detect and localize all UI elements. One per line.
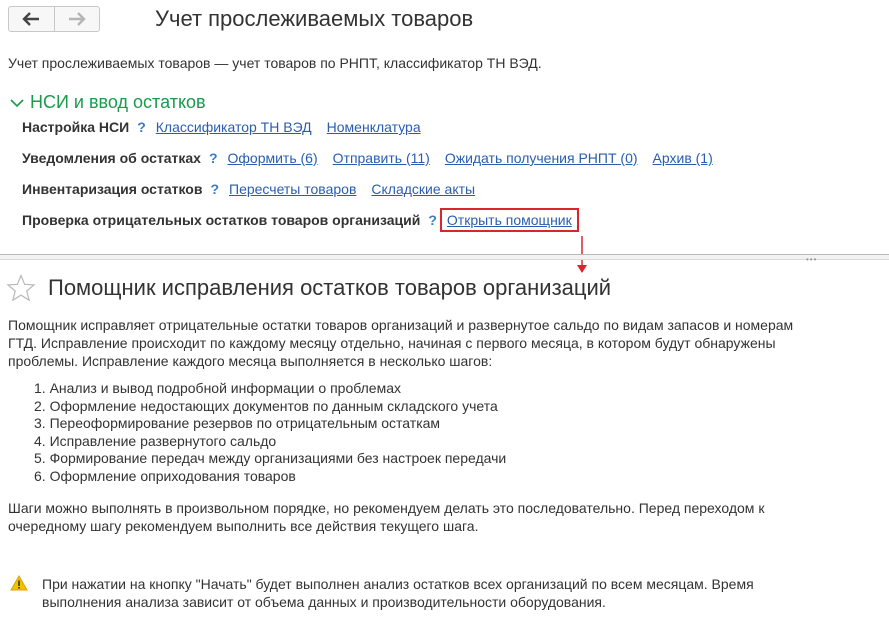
link-send[interactable]: Отправить (11) <box>333 150 430 166</box>
link-open-assistant[interactable]: Открыть помощник <box>447 212 572 228</box>
link-await-rnpt[interactable]: Ожидать получения РНПТ (0) <box>445 150 638 166</box>
help-icon[interactable]: ? <box>209 150 218 166</box>
row-label: Настройка НСИ <box>22 119 130 135</box>
steps-list: 1. Анализ и вывод подробной информации о… <box>34 380 506 485</box>
link-warehouse-acts[interactable]: Складские акты <box>371 181 475 197</box>
step-item: 5. Формирование передач между организаци… <box>34 450 507 466</box>
intro-text: Учет прослеживаемых товаров — учет товар… <box>8 55 542 71</box>
top-bar: Учет прослеживаемых товаров <box>0 0 889 40</box>
description-line: проблемы. Исправление каждого месяца вып… <box>8 353 493 369</box>
row-label: Проверка отрицательных остатков товаров … <box>22 212 421 228</box>
row-nsi-settings: Настройка НСИ ? Классификатор ТН ВЭД Ном… <box>22 119 436 135</box>
description-line: ГТД. Исправление происходит по каждому м… <box>8 335 776 351</box>
step-item: 6. Оформление оприходования товаров <box>34 467 296 484</box>
navigation-buttons <box>8 6 100 32</box>
help-icon[interactable]: ? <box>137 119 146 135</box>
note-line: Шаги можно выполнять в произвольном поря… <box>8 500 765 516</box>
step-item: 4. Исправление развернутого сальдо <box>34 432 277 449</box>
forward-button[interactable] <box>53 7 100 31</box>
highlight-box: Открыть помощник <box>439 208 579 232</box>
star-icon[interactable] <box>6 274 36 302</box>
step-item: 1. Анализ и вывод подробной информации о… <box>34 380 401 396</box>
link-tn-ved-classifier[interactable]: Классификатор ТН ВЭД <box>156 119 312 135</box>
link-nomenclature[interactable]: Номенклатура <box>327 119 421 135</box>
link-issue[interactable]: Оформить (6) <box>228 150 318 166</box>
helper-note: Шаги можно выполнять в произвольном поря… <box>8 499 888 535</box>
helper-title: Помощник исправления остатков товаров ор… <box>48 275 612 300</box>
row-stock-notifications: Уведомления об остатках ? Оформить (6) О… <box>22 150 728 166</box>
section-header[interactable]: НСИ и ввод остатков <box>10 92 206 113</box>
link-archive[interactable]: Архив (1) <box>653 150 713 166</box>
help-icon[interactable]: ? <box>428 212 437 228</box>
splitter-grip[interactable]: ••• <box>806 255 817 264</box>
helper-description: Помощник исправляет отрицательные остатк… <box>8 316 888 370</box>
link-recounts[interactable]: Пересчеты товаров <box>229 181 356 197</box>
back-button[interactable] <box>9 7 54 31</box>
warning-line: При нажатии на кнопку "Начать" будет вып… <box>42 576 754 592</box>
warning-icon <box>10 575 28 591</box>
row-inventory: Инвентаризация остатков ? Пересчеты това… <box>22 181 490 197</box>
help-icon[interactable]: ? <box>210 181 219 197</box>
warning-text: При нажатии на кнопку "Начать" будет вып… <box>42 575 862 611</box>
step-item: 3. Переоформирование резервов по отрицат… <box>34 415 441 431</box>
back-arrow-icon <box>22 12 40 26</box>
chevron-down-icon <box>10 98 24 107</box>
panel-splitter[interactable] <box>0 254 889 260</box>
section-title: НСИ и ввод остатков <box>30 92 206 112</box>
row-negative-stock-check: Проверка отрицательных остатков товаров … <box>22 208 579 232</box>
row-label: Уведомления об остатках <box>22 150 201 166</box>
warning-block: При нажатии на кнопку "Начать" будет вып… <box>10 575 862 611</box>
helper-header: Помощник исправления остатков товаров ор… <box>6 274 611 302</box>
note-line: очередному шагу рекомендуем выполнить вс… <box>8 518 479 534</box>
step-item: 2. Оформление недостающих документов по … <box>34 397 498 414</box>
warning-line: выполнения анализа зависит от объема дан… <box>42 594 606 610</box>
forward-arrow-icon <box>68 12 86 26</box>
row-label: Инвентаризация остатков <box>22 181 203 197</box>
window-title: Учет прослеживаемых товаров <box>155 6 474 31</box>
description-line: Помощник исправляет отрицательные остатк… <box>8 317 794 333</box>
